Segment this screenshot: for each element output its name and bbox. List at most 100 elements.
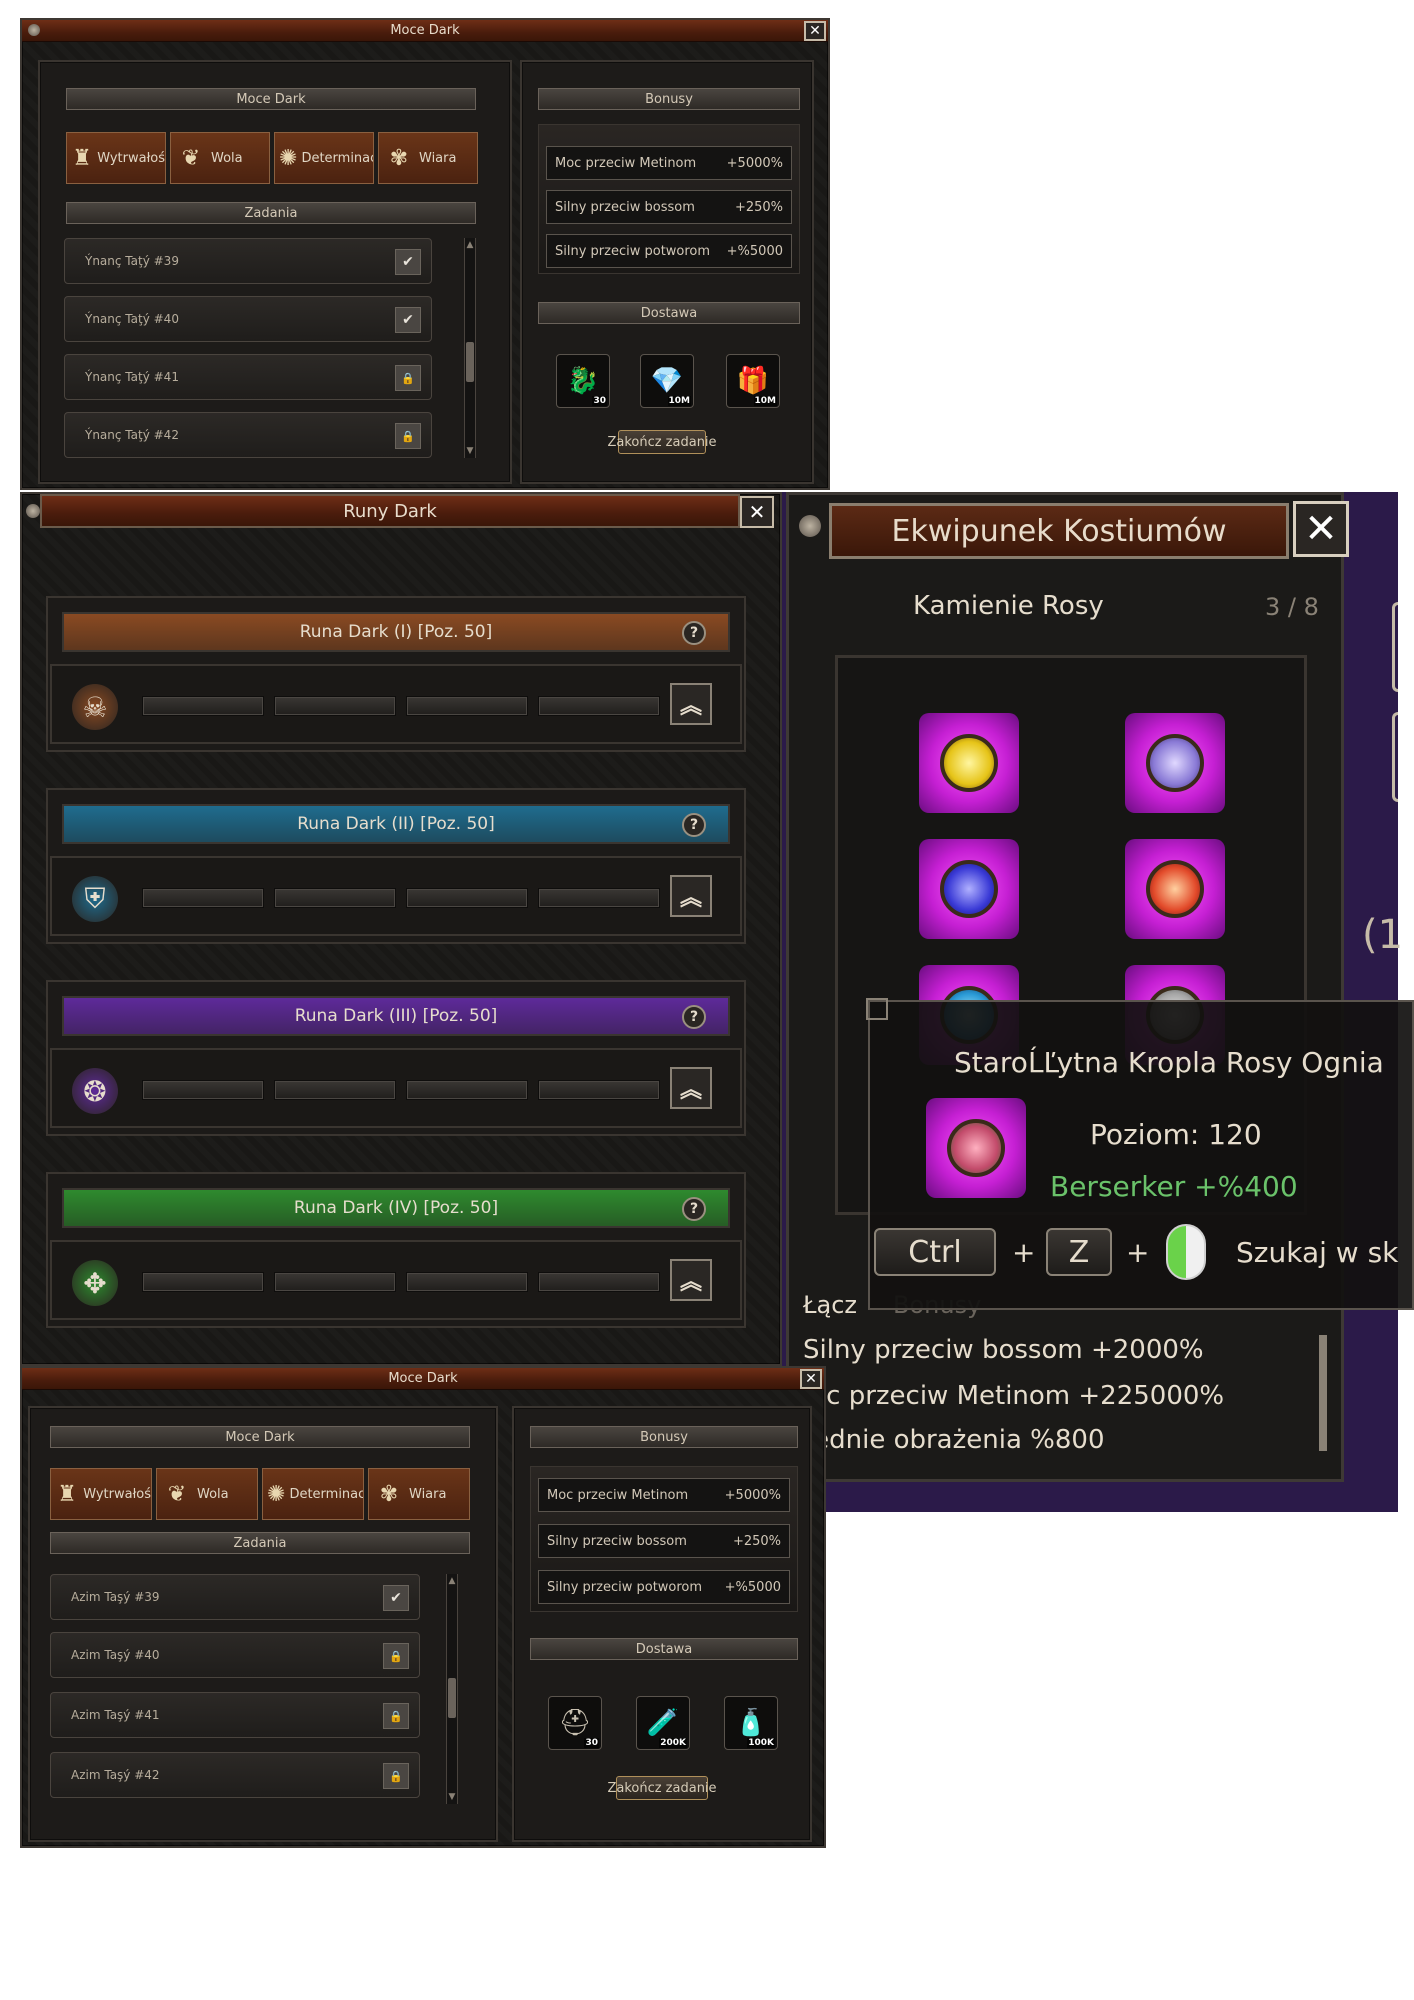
- tasks-header: Zadania: [50, 1532, 470, 1554]
- reward-slot[interactable]: 💎 10M: [640, 354, 694, 408]
- power-button-determinacja[interactable]: ✺ Determinac: [262, 1468, 364, 1520]
- reward-slot[interactable]: ⛑ 30: [548, 1696, 602, 1750]
- window-titlebar[interactable]: Moce Dark: [22, 20, 828, 42]
- tasks-scrollbar[interactable]: ▲ ▼: [446, 1574, 458, 1804]
- helmet-icon: ♜: [57, 1481, 77, 1507]
- rune-level-slot: [274, 1272, 396, 1292]
- scroll-thumb[interactable]: [466, 342, 474, 382]
- combined-bonus-row: rednie obrażenia %800: [803, 1425, 1105, 1455]
- rune-level-slot: [538, 696, 660, 716]
- rune-level-slot: [406, 1080, 528, 1100]
- window-titlebar[interactable]: Runy Dark: [40, 494, 740, 528]
- power-button-wola[interactable]: ❦ Wola: [170, 132, 270, 184]
- close-button[interactable]: ✕: [800, 1369, 822, 1389]
- rune-block: Runa Dark (III) [Poz. 50]? ❂ ︽: [46, 980, 746, 1136]
- side-tab-icon[interactable]: [1392, 712, 1398, 802]
- rune-title-bar: Runa Dark (IV) [Poz. 50]?: [62, 1188, 730, 1228]
- task-row[interactable]: Azim Taşý #39 ✔: [50, 1574, 420, 1620]
- crystal-icon: 💎: [650, 366, 684, 396]
- task-row[interactable]: Azim Taşý #42 🔒: [50, 1752, 420, 1798]
- bonus-row: Moc przeciw Metinom +5000%: [538, 1478, 790, 1512]
- wings-icon: ❦: [167, 1481, 187, 1507]
- rune-crest-icon: ❂: [72, 1068, 118, 1114]
- lock-icon: 🔒: [395, 423, 421, 449]
- finish-task-button[interactable]: Zakończ zadanie: [607, 430, 717, 454]
- rune-block: Runa Dark (I) [Poz. 50]? ☠ ︽: [46, 596, 746, 752]
- help-icon[interactable]: ?: [682, 1197, 706, 1221]
- task-row[interactable]: Azim Taşý #41 🔒: [50, 1692, 420, 1738]
- help-icon[interactable]: ?: [682, 1005, 706, 1029]
- rune-title-bar: Runa Dark (I) [Poz. 50]?: [62, 612, 730, 652]
- task-row[interactable]: Ýnanç Taţý #41 🔒: [64, 354, 432, 400]
- help-icon[interactable]: ?: [682, 813, 706, 837]
- tooltip-bonus: Berserker +%400: [1050, 1170, 1298, 1203]
- dew-stone-mixed-icon[interactable]: [926, 1098, 1026, 1198]
- scroll-down-icon[interactable]: ▼: [465, 446, 475, 456]
- scroll-up-icon[interactable]: ▲: [447, 1576, 457, 1586]
- task-row[interactable]: Ýnanç Taţý #40 ✔: [64, 296, 432, 342]
- upgrade-button[interactable]: ︽: [670, 1067, 712, 1109]
- moce-dark-window-bottom: Moce Dark ✕ Moce Dark ♜ Wytrwałoś ❦ Wola ✺…: [20, 1366, 826, 1848]
- rune-level-slot: [406, 696, 528, 716]
- power-button-determinacja[interactable]: ✺ Determinac: [274, 132, 374, 184]
- bonus-row: Silny przeciw bossom +250%: [538, 1524, 790, 1558]
- rune-helm-icon: ⛨: [72, 876, 118, 922]
- window-titlebar[interactable]: Moce Dark: [22, 1368, 824, 1390]
- combined-scrollbar[interactable]: [1319, 1335, 1327, 1451]
- tasks-scrollbar[interactable]: ▲ ▼: [464, 238, 476, 458]
- bonus-header: Bonusy: [538, 88, 800, 110]
- finish-task-button[interactable]: Zakończ zadanie: [607, 1776, 717, 1800]
- rune-level-slot: [406, 1272, 528, 1292]
- side-tab-icon[interactable]: [1392, 602, 1398, 692]
- scroll-up-icon[interactable]: ▲: [465, 240, 475, 250]
- combined-bonus-row: loc przeciw Metinom +225000%: [803, 1381, 1225, 1411]
- reward-slot[interactable]: 🐉 30: [556, 354, 610, 408]
- task-row[interactable]: Azim Taşý #40 🔒: [50, 1632, 420, 1678]
- costume-window-title[interactable]: Ekwipunek Kostiumów: [829, 503, 1289, 559]
- scroll-thumb[interactable]: [448, 1678, 456, 1718]
- dew-stone-red-icon[interactable]: [1125, 839, 1225, 939]
- tooltip-item-name: StaroĹĽytna Kropla Rosy Ognia: [954, 1046, 1384, 1079]
- bonus-panel: Bonusy Moc przeciw Metinom +5000% Silny p…: [520, 60, 814, 484]
- task-row[interactable]: Ýnanç Taţý #42 🔒: [64, 412, 432, 458]
- tooltip-corner-icon: [866, 998, 888, 1020]
- upgrade-button[interactable]: ︽: [670, 683, 712, 725]
- delivery-header: Dostawa: [530, 1638, 798, 1660]
- close-button[interactable]: ✕: [1293, 501, 1349, 557]
- section-title: Kamienie Rosy: [913, 591, 1104, 621]
- lock-icon: 🔒: [383, 1643, 409, 1669]
- combined-bonus-row: Silny przeciw bossom +2000%: [803, 1335, 1204, 1365]
- rune-progress-row: ✥ ︽: [50, 1240, 742, 1320]
- upgrade-button[interactable]: ︽: [670, 1259, 712, 1301]
- rune-level-slot: [538, 1272, 660, 1292]
- power-button-wytrwalosc[interactable]: ♜ Wytrwałoś: [66, 132, 166, 184]
- power-button-wytrwalosc[interactable]: ♜ Wytrwałoś: [50, 1468, 152, 1520]
- reward-slot[interactable]: 🧴 100K: [724, 1696, 778, 1750]
- rune-block: Runa Dark (II) [Poz. 50]? ⛨ ︽: [46, 788, 746, 944]
- help-icon[interactable]: ?: [682, 621, 706, 645]
- potion-icon: 🧪: [646, 1708, 680, 1738]
- scroll-down-icon[interactable]: ▼: [447, 1792, 457, 1802]
- rune-level-slot: [274, 1080, 396, 1100]
- power-button-wola[interactable]: ❦ Wola: [156, 1468, 258, 1520]
- rune-level-slot: [538, 888, 660, 908]
- rune-mask-icon: ☠: [72, 684, 118, 730]
- rune-label: Runa Dark (III) [Poz. 50]: [294, 1006, 498, 1026]
- tasks-header: Zadania: [66, 202, 476, 224]
- reward-slot[interactable]: 🧪 200K: [636, 1696, 690, 1750]
- check-icon: ✔: [395, 249, 421, 275]
- close-button[interactable]: ✕: [804, 21, 826, 41]
- upgrade-button[interactable]: ︽: [670, 875, 712, 917]
- dew-stone-yellow-icon[interactable]: [919, 713, 1019, 813]
- rune-level-slot: [406, 888, 528, 908]
- task-row[interactable]: Ýnanç Taţý #39 ✔: [64, 238, 432, 284]
- check-icon: ✔: [383, 1585, 409, 1611]
- power-button-wiara[interactable]: ✾ Wiara: [378, 132, 478, 184]
- slot-count: 3 / 8: [1265, 593, 1319, 621]
- power-button-wiara[interactable]: ✾ Wiara: [368, 1468, 470, 1520]
- dew-stone-blue-icon[interactable]: [919, 839, 1019, 939]
- reward-slot[interactable]: 🎁 10M: [726, 354, 780, 408]
- rune-progress-row: ❂ ︽: [50, 1048, 742, 1128]
- dew-stone-lavender-icon[interactable]: [1125, 713, 1225, 813]
- close-button[interactable]: ✕: [740, 496, 774, 528]
